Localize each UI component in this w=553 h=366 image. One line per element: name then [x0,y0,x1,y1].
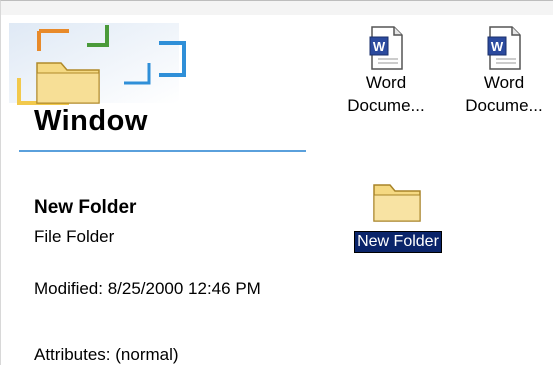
file-item-word-document-1[interactable]: W Word Docume... [331,25,441,117]
file-item-new-folder[interactable]: New Folder [333,177,463,253]
pane-divider [19,150,306,152]
toolbar-strip [1,1,553,16]
info-pane: Window New Folder File Folder Modified: … [1,15,319,366]
explorer-window: Window New Folder File Folder Modified: … [0,0,553,366]
svg-text:W: W [373,39,386,54]
folder-icon [373,184,421,222]
selected-item-type: File Folder [34,227,115,246]
word-document-icon: W [487,26,521,70]
selected-item-modified: Modified: 8/25/2000 12:46 PM [34,279,261,298]
file-item-word-document-2[interactable]: W Word Docume... [449,25,553,117]
selected-item-attributes: Attributes: (normal) [34,345,179,364]
selected-item-name: New Folder [34,197,137,218]
file-label-line2: Docume... [465,96,543,115]
file-label-line2: Docume... [347,96,425,115]
file-list-pane: W Word Docume... W Word Docume... New Fo… [319,15,553,366]
svg-text:W: W [491,39,504,54]
rename-input[interactable]: New Folder [354,231,442,253]
word-document-icon: W [369,26,403,70]
info-banner: Window [1,15,319,155]
file-label-line1: Word [483,73,525,92]
folder-banner-icon [9,23,186,105]
pane-title: Window [34,105,148,137]
file-label-line1: Word [365,73,407,92]
